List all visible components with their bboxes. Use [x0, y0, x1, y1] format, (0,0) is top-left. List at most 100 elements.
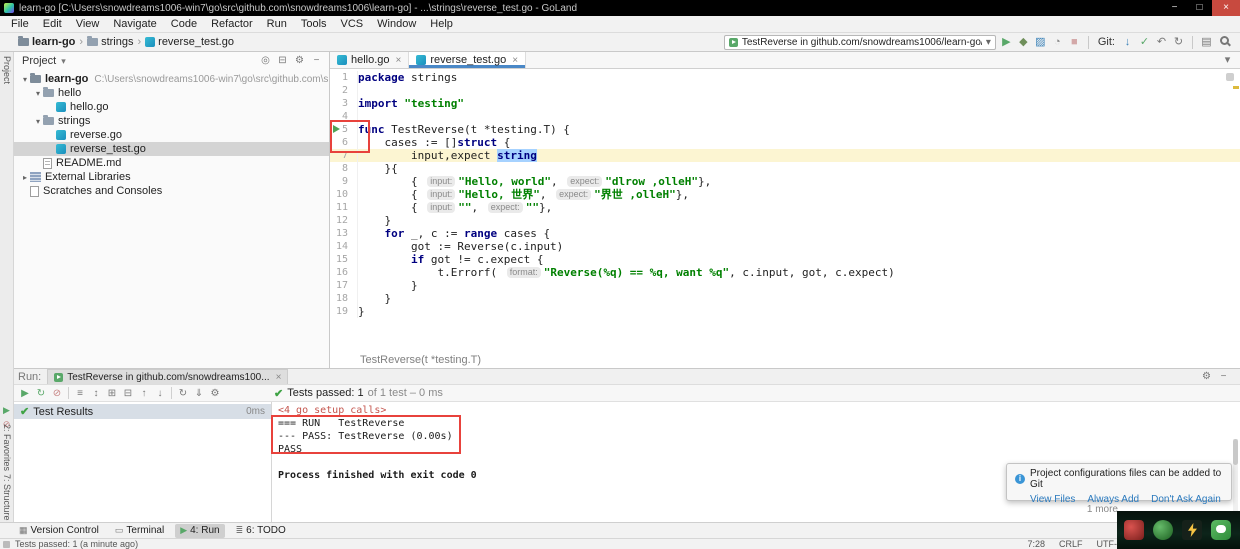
line-number[interactable]: 6	[330, 136, 358, 149]
code-line[interactable]: 4	[330, 110, 1240, 123]
tree-item-reverse.go[interactable]: reverse.go	[14, 128, 329, 142]
settings-icon[interactable]: ⚙	[1198, 369, 1215, 384]
menu-vcs[interactable]: VCS	[334, 16, 371, 32]
commit-icon[interactable]: ✓	[1136, 34, 1153, 51]
menu-refactor[interactable]: Refactor	[204, 16, 260, 32]
sort-icon[interactable]: ↕	[88, 385, 104, 402]
line-number[interactable]: 1	[330, 71, 358, 84]
tree-item-reverse_test.go[interactable]: reverse_test.go	[14, 142, 329, 156]
toolwindow-stripe-favorites[interactable]: 2: Favorites	[2, 424, 12, 471]
line-number[interactable]: 17	[330, 279, 358, 292]
toolwindow-toggle-icon[interactable]	[3, 540, 10, 548]
project-panel-title[interactable]: Project	[22, 55, 66, 67]
rollback-icon[interactable]: ↶	[1153, 34, 1170, 51]
editor-tab-reverse_test.go[interactable]: reverse_test.go ×	[409, 52, 527, 68]
code-line[interactable]: 13 for _, c := range cases {	[330, 227, 1240, 240]
code-line[interactable]: 14 got := Reverse(c.input)	[330, 240, 1240, 253]
menu-file[interactable]: File	[4, 16, 36, 32]
history-icon[interactable]: ↻	[175, 385, 191, 402]
menu-view[interactable]: View	[69, 16, 107, 32]
menu-help[interactable]: Help	[423, 16, 460, 32]
layout-icon[interactable]: ▤	[1198, 34, 1215, 51]
menu-code[interactable]: Code	[164, 16, 204, 32]
settings-icon[interactable]: ⚙	[291, 52, 308, 70]
caret-position-widget[interactable]: 7:28	[1027, 539, 1045, 549]
line-number[interactable]: 9	[330, 175, 358, 188]
toolwindow-button-4-run[interactable]: ▶ 4: Run	[175, 523, 225, 538]
code-line[interactable]: 8 }{	[330, 162, 1240, 175]
stop-icon[interactable]: ■	[1066, 34, 1083, 51]
line-number[interactable]: 3	[330, 97, 358, 110]
code-line[interactable]: 10 { input: "Hello, 世界", expect: "界世 ,olle…	[330, 188, 1240, 201]
test-results-row[interactable]: Test Results 0ms	[14, 404, 271, 419]
run-configuration-select[interactable]: TestReverse in github.com/snowdreams1006…	[723, 34, 996, 50]
run-icon[interactable]: ▶	[998, 34, 1015, 51]
close-icon[interactable]: ×	[276, 372, 282, 383]
inspections-widget-icon[interactable]	[1226, 73, 1234, 81]
toolwindow-button-version-control[interactable]: ▦ Version Control	[14, 524, 104, 538]
close-icon[interactable]: ×	[396, 55, 402, 66]
coverage-icon[interactable]: ▨	[1032, 34, 1049, 51]
code-line[interactable]: 7 input,expect string	[330, 149, 1240, 162]
rerun-icon[interactable]: ▶	[0, 404, 13, 416]
line-number[interactable]: 19	[330, 305, 358, 318]
tab-list-icon[interactable]: ▾	[1219, 52, 1236, 69]
taskbar-app-lightning-icon[interactable]	[1182, 520, 1202, 540]
search-everywhere-icon[interactable]	[1220, 35, 1229, 45]
code-line[interactable]: 1 package strings	[330, 71, 1240, 84]
run-test-gutter-icon[interactable]	[333, 125, 340, 133]
tree-item-scratches-and-consoles[interactable]: Scratches and Consoles	[14, 184, 329, 198]
code-line[interactable]: 11 { input: "", expect: ""},	[330, 201, 1240, 214]
terminal-icon[interactable]: ▭	[115, 525, 124, 536]
line-number[interactable]: 4	[330, 110, 358, 123]
code-line[interactable]: 2	[330, 84, 1240, 97]
next-icon[interactable]: ↓	[152, 385, 168, 402]
locate-file-icon[interactable]: ◎	[257, 52, 274, 70]
tree-item-hello[interactable]: hello	[14, 86, 329, 100]
tree-toggle-icon[interactable]	[33, 89, 43, 98]
menu-run[interactable]: Run	[260, 16, 294, 32]
code-line[interactable]: 6 cases := []struct {	[330, 136, 1240, 149]
taskbar-app-green-icon[interactable]	[1153, 520, 1173, 540]
previous-icon[interactable]: ↑	[136, 385, 152, 402]
more-notifications-link[interactable]: 1 more	[1087, 504, 1118, 515]
taskbar-app-red-icon[interactable]	[1124, 520, 1144, 540]
line-separator-widget[interactable]: CRLF	[1059, 539, 1083, 549]
toolwindow-stripe-structure[interactable]: 7: Structure	[2, 474, 12, 521]
code-line[interactable]: 18 }	[330, 292, 1240, 305]
collapse-all-icon[interactable]: ⊟	[274, 52, 291, 70]
profiler-icon[interactable]: ◔	[1049, 34, 1066, 51]
line-number[interactable]: 15	[330, 253, 358, 266]
changes-icon[interactable]: ▦	[19, 525, 28, 536]
code-line[interactable]: 15 if got != c.expect {	[330, 253, 1240, 266]
taskbar-app-chat-icon[interactable]	[1211, 520, 1231, 540]
line-number[interactable]: 13	[330, 227, 358, 240]
line-number[interactable]: 12	[330, 214, 358, 227]
close-icon[interactable]: ×	[512, 55, 518, 66]
breadcrumb-item-reverse_test.go[interactable]: reverse_test.go	[145, 36, 234, 48]
code-line[interactable]: 9 { input: "Hello, world", expect: "dlrow …	[330, 175, 1240, 188]
line-number[interactable]: 16	[330, 266, 358, 279]
line-number[interactable]: 5	[330, 123, 358, 136]
tree-item-hello.go[interactable]: hello.go	[14, 100, 329, 114]
code-line[interactable]: 19}	[330, 305, 1240, 318]
line-number[interactable]: 8	[330, 162, 358, 175]
tree-item-readme.md[interactable]: README.md	[14, 156, 329, 170]
menu-navigate[interactable]: Navigate	[106, 16, 163, 32]
menu-edit[interactable]: Edit	[36, 16, 69, 32]
line-number[interactable]: 2	[330, 84, 358, 97]
scrollbar-thumb[interactable]	[1233, 439, 1238, 465]
tree-toggle-icon[interactable]	[33, 117, 43, 126]
tree-toggle-icon[interactable]	[20, 75, 30, 84]
hide-icon[interactable]: −	[308, 52, 325, 70]
code-line[interactable]: 12 }	[330, 214, 1240, 227]
code-line[interactable]: 3 import "testing"	[330, 97, 1240, 110]
context-function[interactable]: TestReverse(t *testing.T)	[360, 354, 481, 366]
notification-link-don't-ask-again[interactable]: Don't Ask Again	[1151, 494, 1221, 505]
code-editor[interactable]: 1 package strings 2 3 import "testing" 4 5 func…	[330, 69, 1240, 352]
toolwindow-button-terminal[interactable]: ▭ Terminal	[110, 524, 169, 538]
code-line[interactable]: 5 func TestReverse(t *testing.T) {	[330, 123, 1240, 136]
code-line[interactable]: 17 }	[330, 279, 1240, 292]
hide-icon[interactable]: −	[1215, 369, 1232, 384]
sidebar-item-project[interactable]: Project	[2, 56, 12, 84]
